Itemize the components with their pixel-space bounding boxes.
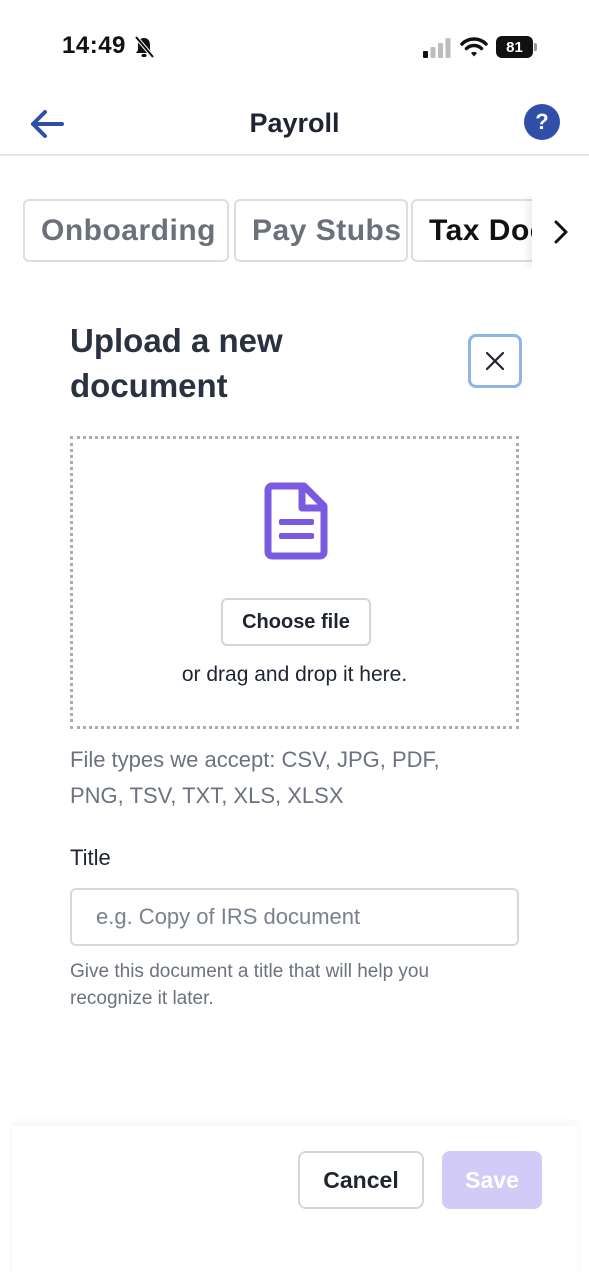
title-help-text: Give this document a title that will hel… <box>70 958 510 1012</box>
page-title: Payroll <box>249 108 340 138</box>
upload-heading-line: document <box>70 367 228 404</box>
file-types-line: File types we accept: CSV, JPG, PDF, <box>70 747 440 772</box>
title-help-line: recognize it later. <box>70 988 214 1009</box>
status-bar: 14:49 81 <box>0 0 589 96</box>
close-button[interactable] <box>468 334 522 388</box>
app-header: Payroll ? <box>0 96 589 156</box>
cancel-button[interactable]: Cancel <box>298 1151 424 1209</box>
wifi-icon <box>460 37 488 57</box>
chevron-right-icon <box>554 220 567 244</box>
title-input[interactable] <box>70 888 519 946</box>
drag-drop-hint: or drag and drop it here. <box>181 663 408 686</box>
document-icon <box>264 482 328 560</box>
tab-pay-stubs[interactable]: Pay Stubs <box>234 199 408 262</box>
battery-level: 81 <box>496 36 533 58</box>
tab-onboarding[interactable]: Onboarding <box>23 199 229 262</box>
bell-slash-icon <box>134 36 154 58</box>
upload-heading: Upload a new document <box>70 318 450 408</box>
tab-bar: Onboarding Pay Stubs Tax Documents <box>0 196 589 268</box>
title-label: Title <box>70 845 111 870</box>
accepted-file-types: File types we accept: CSV, JPG, PDF, PNG… <box>70 742 500 814</box>
battery-icon: 81 <box>496 36 538 58</box>
tabs-scroll-right-button[interactable] <box>532 196 589 268</box>
close-icon <box>485 351 505 371</box>
modal-footer: Cancel Save <box>12 1126 577 1280</box>
choose-file-button[interactable]: Choose file <box>221 598 371 646</box>
tab-label: Pay Stubs <box>252 213 402 247</box>
status-time: 14:49 <box>62 32 126 59</box>
save-button[interactable]: Save <box>442 1151 542 1209</box>
upload-heading-line: Upload a new <box>70 322 283 359</box>
title-help-line: Give this document a title that will hel… <box>70 961 430 982</box>
signal-icon <box>423 38 451 58</box>
tab-label: Onboarding <box>41 213 216 247</box>
file-types-line: PNG, TSV, TXT, XLS, XLSX <box>70 783 344 808</box>
question-circle-icon: ? <box>535 109 549 134</box>
file-dropzone[interactable]: Choose file or drag and drop it here. <box>70 436 519 729</box>
help-button[interactable]: ? <box>524 104 560 140</box>
